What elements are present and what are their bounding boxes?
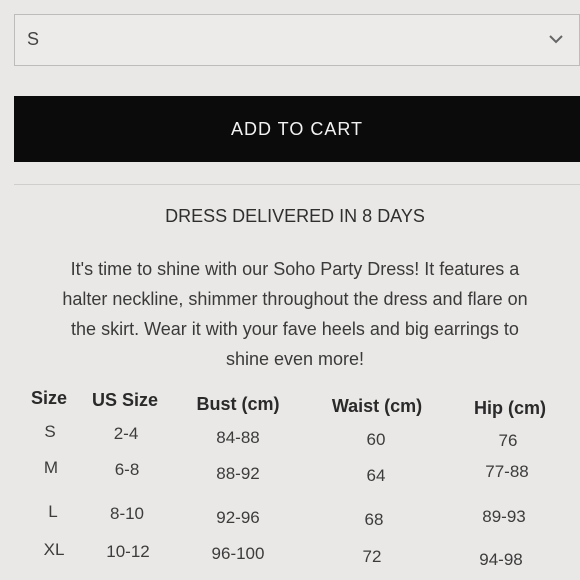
column-header-bust: Bust (cm) xyxy=(196,394,280,414)
description-line: It's time to shine with our Soho Party D… xyxy=(70,259,520,279)
table-cell-bust: 92-96 xyxy=(216,508,260,527)
table-cell-size: XL xyxy=(43,540,65,559)
size-select[interactable]: S xyxy=(14,14,580,66)
table-cell-waist: 60 xyxy=(366,430,386,449)
table-cell-us-size: 6-8 xyxy=(114,460,140,479)
delivery-notice: DRESS DELIVERED IN 8 DAYS xyxy=(165,206,425,226)
column-header-hip: Hip (cm) xyxy=(474,398,546,418)
table-cell-size: L xyxy=(48,502,58,521)
description-line: halter neckline, shimmer throughout the … xyxy=(62,289,528,309)
table-cell-us-size: 2-4 xyxy=(113,424,139,443)
chevron-down-icon xyxy=(549,35,563,44)
column-header-size: Size xyxy=(30,388,68,408)
product-description: It's time to shine with our Soho Party D… xyxy=(10,254,580,374)
table-cell-us-size: 8-10 xyxy=(109,504,145,523)
column-header-us-size: US Size xyxy=(91,390,159,410)
table-cell-bust: 88-92 xyxy=(216,464,260,483)
size-select-value: S xyxy=(27,29,40,49)
table-cell-waist: 64 xyxy=(366,466,386,485)
table-cell-waist: 68 xyxy=(364,510,384,529)
table-cell-bust: 96-100 xyxy=(211,544,265,563)
table-cell-hip: 77-88 xyxy=(485,462,529,481)
column-header-waist: Waist (cm) xyxy=(331,396,423,416)
table-cell-hip: 76 xyxy=(498,431,518,450)
table-cell-hip: 89-93 xyxy=(482,507,526,526)
description-line: shine even more! xyxy=(225,349,365,369)
divider xyxy=(14,184,580,185)
table-cell-hip: 94-98 xyxy=(479,550,523,569)
size-chart-table: Size US Size Bust (cm) Waist (cm) Hip (c… xyxy=(0,380,580,580)
table-cell-size: M xyxy=(43,458,59,477)
table-cell-waist: 72 xyxy=(362,547,382,566)
table-cell-us-size: 10-12 xyxy=(106,542,150,561)
table-cell-size: S xyxy=(44,422,56,441)
add-to-cart-button[interactable]: ADD TO CART xyxy=(14,96,580,162)
table-cell-bust: 84-88 xyxy=(216,428,260,447)
description-line: the skirt. Wear it with your fave heels … xyxy=(71,319,519,339)
